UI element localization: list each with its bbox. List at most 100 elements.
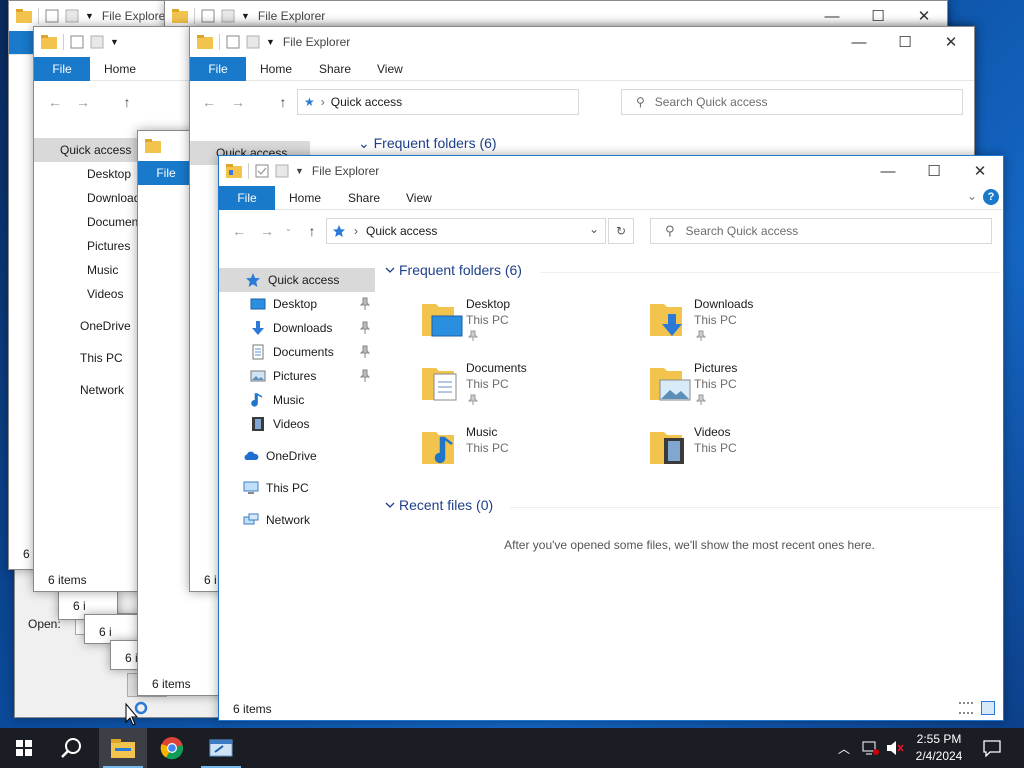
volume-muted-icon[interactable]	[886, 740, 904, 756]
recent-files-header[interactable]: Recent files (0)	[384, 497, 493, 513]
title-bar[interactable]: ▼ File Explorer — ☐ ✕	[190, 27, 974, 57]
qat-dropdown-icon[interactable]: ▼	[266, 37, 275, 47]
qat-dropdown-icon[interactable]: ▼	[241, 11, 250, 21]
nav-pictures[interactable]: Pictures	[219, 364, 375, 388]
tab-file[interactable]: File	[219, 186, 275, 210]
nav-network[interactable]: Network	[34, 378, 138, 402]
help-icon[interactable]: ?	[983, 189, 999, 205]
nav-onedrive[interactable]: OneDrive	[34, 314, 138, 338]
nav-this-pc[interactable]: This PC	[34, 346, 138, 370]
close-button[interactable]: ✕	[957, 156, 1003, 186]
forward-button[interactable]: →	[227, 87, 249, 117]
nav-desktop[interactable]: Desktop	[219, 292, 375, 316]
tab-share[interactable]: Share	[319, 57, 351, 81]
clock[interactable]: 2:55 PM 2/4/2024	[905, 732, 973, 763]
back-button[interactable]: ←	[44, 87, 66, 117]
network-status-icon[interactable]	[862, 740, 880, 756]
taskbar-run-dialog[interactable]	[197, 728, 245, 768]
explorer-window-active[interactable]: ▼ File Explorer — ☐ ✕ File Home Share Vi…	[218, 155, 1004, 721]
maximize-button[interactable]: ☐	[911, 156, 957, 186]
minimize-button[interactable]: —	[836, 27, 882, 57]
up-button[interactable]: ↑	[301, 216, 323, 246]
properties-icon[interactable]	[45, 9, 59, 23]
nav-music[interactable]: Music	[219, 388, 375, 412]
nav-quick-access[interactable]: Quick access	[219, 268, 375, 292]
pin-icon[interactable]	[359, 321, 371, 335]
qat-dropdown-icon[interactable]: ▼	[110, 37, 119, 47]
search-box[interactable]: ⚲ Search Quick access	[650, 218, 992, 244]
address-bar[interactable]: ★ › Quick access	[297, 89, 579, 115]
frequent-folders-header[interactable]: ⌄ Frequent folders (6)	[358, 135, 497, 152]
refresh-button[interactable]: ↻	[608, 218, 634, 244]
nav-videos[interactable]: Videos	[34, 282, 138, 306]
tab-view[interactable]: View	[377, 57, 403, 81]
tab-file[interactable]: File	[190, 57, 246, 81]
search-box[interactable]: ⚲ Search Quick access	[621, 89, 963, 115]
address-bar[interactable]: › Quick access ⌄	[326, 218, 606, 244]
back-button[interactable]: ←	[198, 87, 220, 117]
breadcrumb-quick-access[interactable]: Quick access	[331, 95, 402, 109]
taskbar-chrome[interactable]	[148, 728, 196, 768]
new-folder-icon[interactable]	[90, 35, 104, 49]
search-button[interactable]	[48, 728, 96, 768]
new-folder-icon[interactable]	[221, 9, 235, 23]
notifications-icon[interactable]	[983, 739, 1001, 757]
nav-desktop[interactable]: Desktop	[34, 162, 138, 186]
show-hidden-icons-icon[interactable]: ︿	[838, 740, 850, 757]
pin-icon[interactable]	[359, 297, 371, 311]
nav-quick-access[interactable]: Quick access	[34, 138, 138, 162]
pin-icon[interactable]	[359, 345, 371, 359]
title-bar[interactable]: ▼ File Explorer — ☐ ✕	[219, 156, 1003, 186]
new-folder-icon[interactable]	[246, 35, 260, 49]
forward-button[interactable]: →	[256, 216, 278, 246]
folder-tile-downloads[interactable]: Downloads This PC	[648, 292, 858, 352]
properties-icon[interactable]	[70, 35, 84, 49]
nav-pictures[interactable]: Pictures	[34, 234, 138, 258]
properties-icon[interactable]	[255, 164, 269, 178]
folder-tile-videos[interactable]: Videos This PC	[648, 420, 858, 480]
new-folder-icon[interactable]	[65, 9, 79, 23]
nav-documents[interactable]: Documents	[219, 340, 375, 364]
nav-onedrive[interactable]: OneDrive	[219, 444, 375, 468]
breadcrumb-chevron-icon[interactable]: ›	[354, 224, 358, 238]
breadcrumb-quick-access[interactable]: Quick access	[366, 224, 437, 238]
new-folder-icon[interactable]	[275, 164, 289, 178]
folder-tile-music[interactable]: Music This PC	[420, 420, 630, 480]
back-button[interactable]: ←	[228, 216, 250, 246]
tab-home[interactable]: Home	[289, 186, 321, 210]
properties-icon[interactable]	[226, 35, 240, 49]
taskbar-file-explorer[interactable]	[99, 728, 147, 768]
frequent-folders-header[interactable]: Frequent folders (6)	[384, 262, 522, 278]
qat-dropdown-icon[interactable]: ▼	[85, 11, 94, 21]
start-button[interactable]	[0, 728, 48, 768]
tab-home[interactable]: Home	[260, 57, 292, 81]
nav-this-pc[interactable]: This PC	[219, 476, 375, 500]
close-button[interactable]: ✕	[928, 27, 974, 57]
folder-tile-pictures[interactable]: Pictures This PC	[648, 356, 858, 416]
up-button[interactable]: ↑	[272, 87, 294, 117]
tab-share[interactable]: Share	[348, 186, 380, 210]
pin-icon[interactable]	[359, 369, 371, 383]
details-view-icon[interactable]	[959, 702, 973, 714]
nav-downloads[interactable]: Downloads	[219, 316, 375, 340]
qat-dropdown-icon[interactable]: ▼	[295, 166, 304, 176]
tab-file[interactable]: File	[34, 57, 90, 81]
folder-tile-documents[interactable]: Documents This PC	[420, 356, 630, 416]
nav-music[interactable]: Music	[34, 258, 138, 282]
maximize-button[interactable]: ☐	[882, 27, 928, 57]
address-history-icon[interactable]: ⌄	[589, 222, 599, 236]
up-button[interactable]: ↑	[116, 87, 138, 117]
minimize-button[interactable]: —	[865, 156, 911, 186]
forward-button[interactable]: →	[72, 87, 94, 117]
properties-icon[interactable]	[201, 9, 215, 23]
nav-documents[interactable]: Documents	[34, 210, 148, 234]
folder-tile-desktop[interactable]: Desktop This PC	[420, 292, 630, 352]
tab-view[interactable]: View	[406, 186, 432, 210]
tab-file[interactable]: File	[138, 161, 194, 185]
recent-locations-icon[interactable]: ⌄	[285, 224, 292, 233]
nav-videos[interactable]: Videos	[219, 412, 375, 436]
expand-ribbon-icon[interactable]: ⌄	[967, 189, 977, 203]
tab-home[interactable]: Home	[104, 57, 136, 81]
large-icons-view-icon[interactable]	[981, 701, 995, 715]
nav-network[interactable]: Network	[219, 508, 375, 532]
